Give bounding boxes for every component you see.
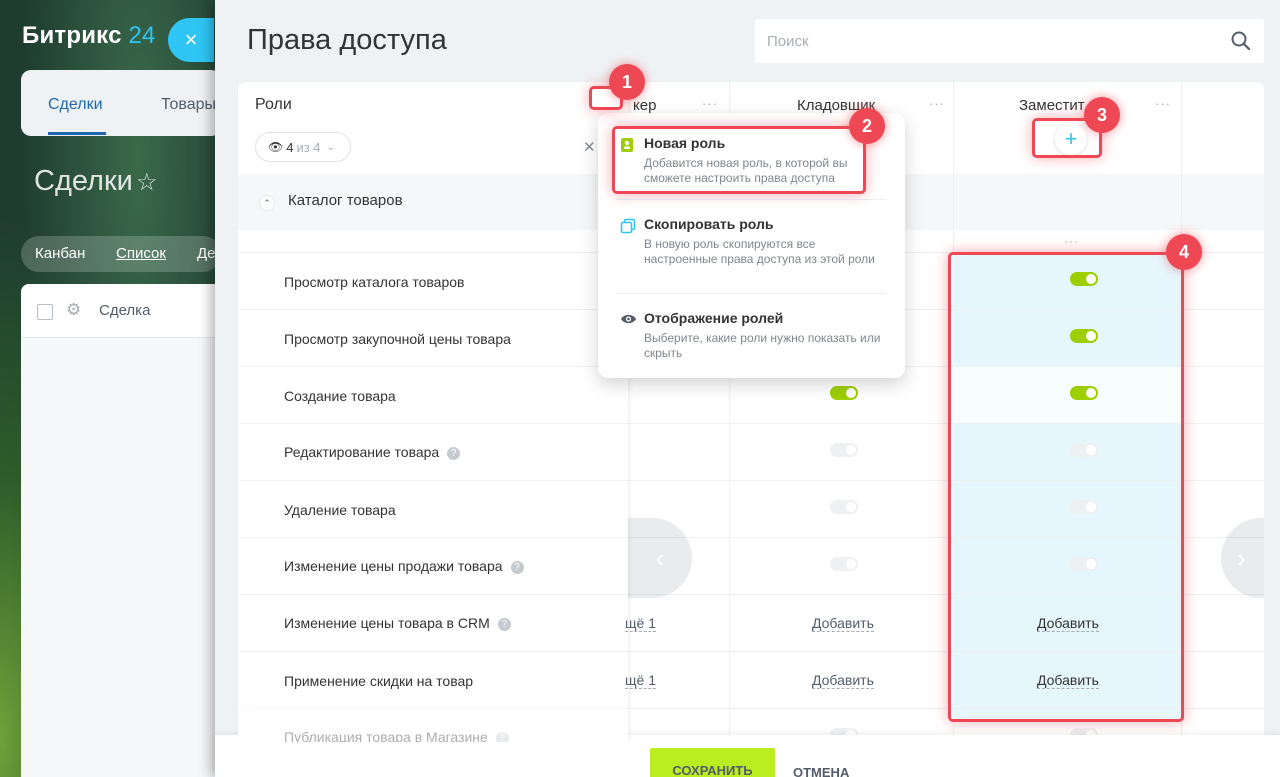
permission-row: Просмотр каталога товаров	[238, 252, 628, 309]
close-slider-button[interactable]: ×	[168, 18, 214, 62]
step-badge-1: 1	[609, 64, 645, 100]
copy-role-title: Скопировать роль	[644, 216, 774, 232]
search-icon[interactable]	[1230, 30, 1252, 52]
eye-icon: 👁	[268, 140, 284, 154]
toggle-storekeeper-edit[interactable]	[830, 443, 858, 457]
permission-row: Применение скидки на товар	[238, 651, 628, 708]
permission-row: Просмотр закупочной цены товара	[238, 309, 628, 366]
roles-visibility-dropdown[interactable]: 👁 4 из 4 ⌄	[255, 132, 351, 162]
role-header-deputy: Заместит	[1019, 97, 1085, 114]
permission-label: Просмотр закупочной цены товара	[284, 331, 511, 347]
role-header-manager: кер	[633, 97, 657, 114]
chevron-down-icon: ⌄	[326, 141, 335, 153]
manager-discount-more[interactable]: щё 1	[625, 672, 656, 689]
permission-label: Удаление товара	[284, 502, 396, 518]
add-storekeeper-discount[interactable]: Добавить	[812, 672, 874, 689]
help-icon[interactable]: ?	[497, 618, 511, 631]
more-icon[interactable]: ···	[929, 96, 945, 111]
close-icon[interactable]: ✕	[583, 138, 596, 156]
scroll-right-button[interactable]: ›	[1221, 518, 1264, 598]
tab-active-indicator	[48, 132, 106, 135]
permission-label-wrap: Публикация товара в Магазине?	[284, 729, 509, 742]
menu-item-copy-role[interactable]: Скопировать роль В новую роль скопируютс…	[616, 216, 891, 267]
background-page: Битрикс 24 Сделки Товары Сделки ☆ Канбан…	[0, 0, 230, 777]
roles-count-current: 4	[286, 139, 294, 155]
highlight-new-role	[612, 126, 866, 194]
permission-row: Редактирование товара?	[238, 423, 628, 480]
deals-list: ⚙ Сделка	[21, 284, 221, 777]
help-icon[interactable]: ?	[510, 561, 524, 574]
more-icon[interactable]: ···	[702, 96, 718, 111]
permission-row: Изменение цены товара в CRM?	[238, 594, 628, 651]
permission-label: Публикация товара в Магазине	[284, 729, 488, 742]
tab-products[interactable]: Товары	[161, 96, 216, 114]
roles-count-total: из 4	[296, 139, 321, 155]
permission-label: Создание товара	[284, 388, 396, 404]
permission-label-wrap: Изменение цены продажи товара?	[284, 558, 524, 574]
toggle-storekeeper-price[interactable]	[830, 557, 858, 571]
select-all-checkbox[interactable]	[37, 304, 53, 320]
more-icon[interactable]: ···	[1064, 234, 1079, 248]
permission-label: Применение скидки на товар	[284, 673, 474, 689]
page-title: Сделки	[34, 165, 133, 197]
menu-divider	[616, 199, 886, 200]
add-storekeeper-crm-price[interactable]: Добавить	[812, 615, 874, 632]
roles-column: Роли 👁 4 из 4 ⌄ ✕ ⌃ Каталог товаров Прос…	[238, 82, 628, 742]
more-icon[interactable]: ···	[1155, 96, 1171, 111]
menu-divider	[616, 293, 886, 294]
permission-row: Публикация товара в Магазине?	[238, 708, 628, 742]
permission-row: Создание товара	[238, 366, 628, 423]
save-button[interactable]: СОХРАНИТЬ	[650, 748, 775, 777]
menu-item-display-roles[interactable]: Отображение ролей Выберите, какие роли н…	[616, 310, 891, 361]
column-deal: Сделка	[99, 302, 151, 319]
help-icon[interactable]: ?	[447, 447, 461, 460]
toggle-storekeeper-delete[interactable]	[830, 500, 858, 514]
section-catalog-title: Каталог товаров	[288, 192, 403, 209]
list-header: ⚙ Сделка	[21, 284, 221, 338]
help-icon[interactable]: ?	[495, 732, 509, 742]
display-roles-title: Отображение ролей	[644, 310, 784, 326]
roles-title: Роли	[255, 96, 292, 113]
copy-role-description: В новую роль скопируются все настроенные…	[644, 237, 875, 266]
scroll-left-button[interactable]: ‹	[628, 518, 692, 598]
view-other[interactable]: Де	[197, 245, 216, 262]
chevron-up-icon[interactable]: ⌃	[259, 195, 275, 211]
view-list[interactable]: Список	[116, 245, 166, 262]
eye-icon	[621, 314, 636, 324]
view-kanban[interactable]: Канбан	[35, 245, 85, 262]
tab-deals[interactable]: Сделки	[48, 96, 103, 114]
star-icon[interactable]: ☆	[136, 168, 158, 197]
permission-label: Изменение цены товара в CRM	[284, 615, 490, 631]
toggle-storekeeper-create[interactable]	[830, 386, 858, 400]
copy-icon	[620, 218, 636, 234]
highlight-deputy-column	[948, 252, 1184, 722]
permission-label: Просмотр каталога товаров	[284, 274, 465, 290]
display-roles-description: Выберите, какие роли нужно показать или …	[644, 331, 881, 360]
deals-tabs: Сделки Товары	[21, 70, 221, 136]
gear-icon[interactable]: ⚙	[66, 300, 81, 320]
manager-crm-price-more[interactable]: щё 1	[625, 615, 656, 632]
step-badge-3: 3	[1084, 97, 1120, 133]
search-placeholder: Поиск	[767, 33, 809, 50]
step-badge-4: 4	[1166, 234, 1202, 270]
permission-label: Изменение цены продажи товара	[284, 558, 503, 574]
permission-label-wrap: Изменение цены товара в CRM?	[284, 615, 511, 631]
slider-title: Права доступа	[247, 24, 447, 56]
permission-row: Изменение цены продажи товара?	[238, 537, 628, 594]
cancel-button[interactable]: ОТМЕНА	[793, 765, 849, 777]
permission-label: Редактирование товара	[284, 444, 440, 460]
bitrix-logo: Битрикс 24	[22, 22, 156, 49]
search-input[interactable]: Поиск	[755, 19, 1264, 63]
permission-row: Удаление товара	[238, 480, 628, 537]
view-switcher: Канбан Список Де	[21, 236, 221, 272]
permission-label-wrap: Редактирование товара?	[284, 444, 461, 460]
step-badge-2: 2	[849, 108, 885, 144]
